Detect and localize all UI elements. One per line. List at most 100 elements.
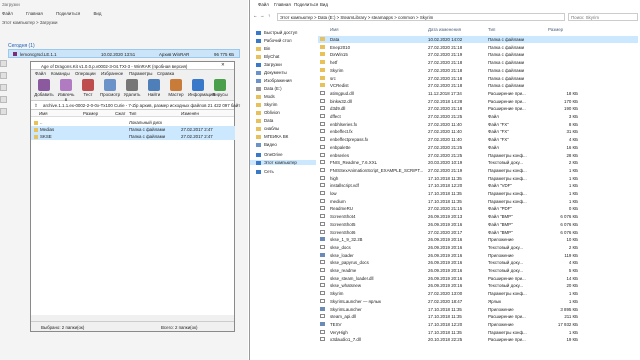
file-row[interactable]: Enep2010 27.02.2020 21:18 Папка с файлами: [318, 44, 638, 51]
nav-item[interactable]: Видео: [256, 142, 277, 147]
delete-button[interactable]: Удалить: [122, 79, 142, 97]
file-row[interactable]: hetf 27.02.2020 21:18 Папка с файлами: [318, 59, 638, 66]
file-row[interactable]: enbeffectprepass.fx 27.02.2020 11:40 Файл …: [318, 136, 638, 143]
nav-item[interactable]: Рабочий стол: [256, 38, 292, 43]
file-row[interactable]: skse_papyrus_docs 26.09.2019 20:16 Текстов…: [318, 259, 638, 266]
list-item[interactable]: SKSE Папка с файлами 27.02.2017 2:47: [31, 133, 235, 140]
side-button[interactable]: [0, 72, 7, 79]
menu-commands[interactable]: Команды: [51, 71, 70, 76]
virus-button[interactable]: Вирусы: [210, 79, 230, 97]
file-row[interactable]: enbpalette 27.02.2020 21:25 Файл 16 КБ: [318, 144, 638, 151]
nav-item[interactable]: Bin: [256, 46, 270, 51]
side-button[interactable]: [0, 96, 7, 103]
nav-item[interactable]: Mods: [256, 94, 275, 99]
col-name[interactable]: Имя: [39, 111, 48, 116]
file-row[interactable]: VCRedist 27.02.2020 21:18 Папка с файлами: [318, 82, 638, 89]
col-date[interactable]: Дата изменения: [428, 27, 461, 32]
wizard-button[interactable]: Мастер: [166, 79, 186, 97]
file-row[interactable]: FNIS_Readme_7.6.XXL 20.03.2020 10:19 Текст…: [318, 159, 638, 166]
menu-view[interactable]: Вид: [93, 11, 101, 16]
col-type[interactable]: Тип: [488, 27, 495, 32]
forward-arrow-icon[interactable]: →: [260, 13, 264, 18]
menu-file[interactable]: Файл: [35, 71, 46, 76]
file-row[interactable]: SkyrimLauncher 17.10.2018 11:35 Приложение…: [318, 306, 638, 313]
nav-item[interactable]: Data (E:): [256, 86, 282, 91]
menu-share[interactable]: Поделиться: [294, 2, 318, 7]
file-row[interactable]: dffect 27.02.2020 21:25 Файл 3 КБ: [318, 113, 638, 120]
file-row[interactable]: enbeffect.fx 27.02.2020 11:40 Файл "FX" 31 …: [318, 128, 638, 135]
file-row[interactable]: atimgpud.dll 11.12.2018 17:34 Расширение п…: [318, 90, 638, 97]
view-button[interactable]: Просмотр: [100, 79, 120, 97]
file-row[interactable]: VeryHigh 17.10.2018 11:35 Параметры конф..…: [318, 329, 638, 336]
menu-favorites[interactable]: Избранное: [101, 71, 123, 76]
file-row[interactable]: medium 17.10.2018 11:35 Параметры конф... 1…: [318, 198, 638, 205]
nav-item[interactable]: Загрузки: [256, 62, 282, 67]
side-button[interactable]: [0, 84, 7, 91]
file-row[interactable]: Data 10.02.2020 14:02 Папка с файлами: [318, 36, 638, 43]
address-bar[interactable]: Этот компьютер > Data (E:) > SteamLibrar…: [277, 13, 565, 21]
col-type[interactable]: Тип: [129, 111, 136, 116]
nav-item[interactable]: Документы: [256, 70, 287, 75]
file-row[interactable]: ReadmeRU 27.02.2020 21:15 Файл "PDF" 0 КБ: [318, 205, 638, 212]
file-row[interactable]: installscript.vdf 17.10.2018 12:20 Файл "V…: [318, 182, 638, 189]
nav-item[interactable]: Oblivion: [256, 110, 280, 115]
menu-home[interactable]: Главная: [274, 2, 291, 7]
download-file-row[interactable]: lemoncgrsd.LE.1.1 10.02.2020 13:51 Архив…: [8, 49, 240, 58]
menu-help[interactable]: Справка: [157, 71, 174, 76]
file-row[interactable]: FNISSexAnimationScript_EXAMPLE_SCRIPT...…: [318, 167, 638, 174]
menu-options[interactable]: Параметры: [129, 71, 152, 76]
nav-item[interactable]: сиаблы: [256, 126, 279, 131]
file-row[interactable]: skse_1_9_32.zB 26.09.2019 20:16 Приложение…: [318, 236, 638, 243]
breadcrumb[interactable]: Этот компьютер > Загрузки: [2, 20, 58, 25]
file-row[interactable]: skse_whatsnew 26.09.2019 20:16 Текстовый д…: [318, 282, 638, 289]
file-row[interactable]: skse_readme 26.09.2019 20:16 Текстовый док…: [318, 267, 638, 274]
file-row[interactable]: low 17.10.2018 11:35 Параметры конф... 1 КБ: [318, 190, 638, 197]
file-row[interactable]: TESV 17.10.2018 12:20 Приложение 17 932 КБ: [318, 321, 638, 328]
file-row[interactable]: SkyrimLauncher — ярлык 27.02.2020 18:47 Яр…: [318, 298, 638, 305]
extract-button[interactable]: Извлечь в: [56, 79, 76, 102]
file-row[interactable]: binkw32.dll 27.02.2018 14:28 Расширение пр…: [318, 98, 638, 105]
file-row[interactable]: Skyrim 27.02.2020 21:18 Папка с файлами: [318, 67, 638, 74]
test-button[interactable]: Тест: [78, 79, 98, 97]
side-button[interactable]: [0, 60, 7, 67]
menu-share[interactable]: Поделиться: [56, 11, 80, 16]
col-name[interactable]: Имя: [330, 27, 339, 32]
add-button[interactable]: Добавить: [34, 79, 54, 97]
nav-item[interactable]: OneDrive: [256, 152, 283, 157]
up-arrow-icon[interactable]: ⇧: [34, 103, 38, 109]
back-arrow-icon[interactable]: ←: [253, 13, 257, 18]
col-packed[interactable]: Сжат: [115, 111, 126, 116]
file-row[interactable]: enbseries 27.02.2020 21:25 Параметры конф.…: [318, 152, 638, 159]
file-row[interactable]: x3daudio1_7.dll 20.10.2018 22:25 Расширени…: [318, 336, 638, 343]
nav-item-this-pc[interactable]: Этот компьютер: [250, 160, 316, 165]
col-size[interactable]: Размер: [548, 27, 563, 32]
menu-home[interactable]: Главная: [26, 11, 43, 16]
search-input[interactable]: Поиск: Skyrim: [568, 13, 638, 21]
col-modified[interactable]: Изменён: [181, 111, 199, 116]
col-size[interactable]: Размер: [83, 111, 98, 116]
file-row[interactable]: ScreenShot6 27.02.2020 20:17 Файл "BMP" 6 0…: [318, 229, 638, 236]
file-row[interactable]: steam_api.dll 17.10.2018 11:35 Расширение …: [318, 313, 638, 320]
nav-item[interactable]: Сеть: [256, 169, 274, 174]
nav-item[interactable]: Изображения: [256, 78, 292, 83]
nav-item[interactable]: Skyrim: [256, 102, 277, 107]
file-row[interactable]: src 27.02.2020 21:18 Папка с файлами: [318, 75, 638, 82]
up-arrow-icon[interactable]: ↑: [268, 13, 270, 18]
nav-item[interactable]: МГЕИКА ВК: [256, 134, 288, 139]
file-row[interactable]: d3d9.dll 27.02.2020 21:18 Расширение при..…: [318, 105, 638, 112]
nav-item[interactable]: BlyChat: [256, 54, 279, 59]
find-button[interactable]: Найти: [144, 79, 164, 97]
file-row[interactable]: enbhlseries.fx 27.02.2020 11:40 Файл "FX" 8…: [318, 121, 638, 128]
file-row[interactable]: high 17.10.2018 11:35 Параметры конф... 1 К…: [318, 175, 638, 182]
list-item[interactable]: Medias Папка с файлами 27.02.2017 2:47: [31, 126, 235, 133]
file-row[interactable]: skse_docs 26.09.2019 20:16 Текстовый доку.…: [318, 244, 638, 251]
archive-path-bar[interactable]: ⇧ archive.1.1.1.ex-0002-2-0-0x-Tx100 Cur…: [31, 101, 240, 110]
file-row[interactable]: skse_loader 26.09.2019 20:16 Приложение 119…: [318, 252, 638, 259]
file-row[interactable]: Skyrim 27.02.2020 13:00 Параметры конф... 1…: [318, 290, 638, 297]
info-button[interactable]: Информация: [188, 79, 215, 97]
nav-item[interactable]: Быстрый доступ: [256, 30, 297, 35]
side-button[interactable]: [0, 108, 7, 115]
list-item[interactable]: .. Локальный диск: [31, 119, 235, 126]
file-row[interactable]: skse_steam_loader.dll 26.09.2019 20:16 Рас…: [318, 275, 638, 282]
close-icon[interactable]: ✕: [221, 62, 225, 68]
